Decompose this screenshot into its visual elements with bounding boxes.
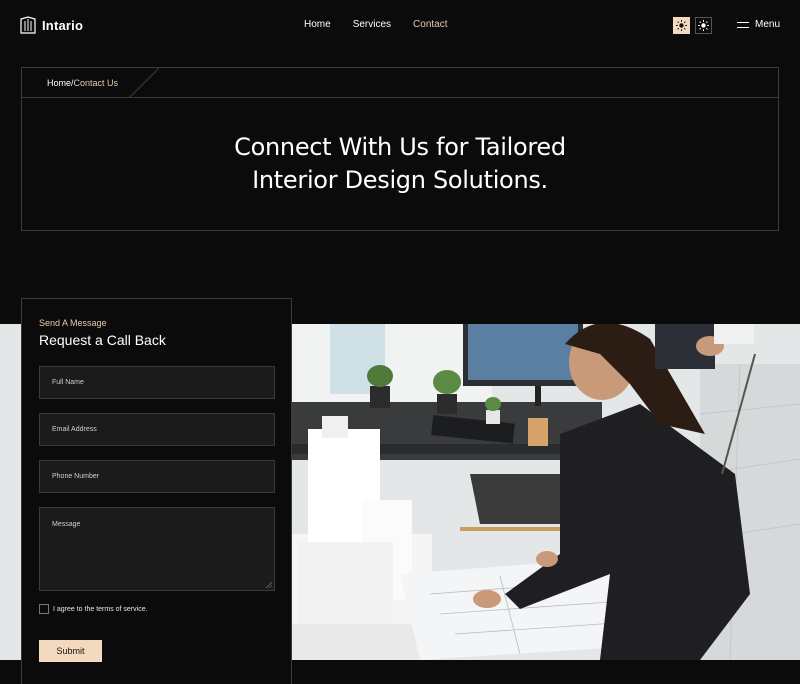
submit-button[interactable]: Submit	[39, 640, 102, 662]
menu-label: Menu	[755, 19, 781, 30]
page-title-line-2: Interior Design Solutions.	[252, 166, 548, 194]
breadcrumb-divider	[129, 68, 159, 98]
sun-icon	[676, 20, 687, 31]
phone-field[interactable]: Phone Number	[39, 460, 275, 493]
form-eyebrow: Send A Message	[39, 318, 107, 328]
building-logo-icon	[20, 16, 36, 34]
full-name-field[interactable]: Full Name	[39, 366, 275, 399]
breadcrumb-current: Contact Us	[73, 78, 119, 88]
breadcrumb-home[interactable]: Home	[47, 78, 71, 88]
terms-checkbox[interactable]	[39, 604, 49, 614]
nav-item-contact[interactable]: Contact	[413, 19, 447, 30]
breadcrumb-bar: Home/Contact Us	[22, 68, 778, 98]
site-header: Intario Home Services Contact Menu	[0, 0, 800, 52]
breadcrumb: Home/Contact Us	[47, 78, 118, 88]
page-hero: Home/Contact Us Connect With Us for Tail…	[21, 67, 779, 231]
light-theme-button[interactable]	[673, 17, 690, 34]
page-title-line-1: Connect With Us for Tailored	[234, 133, 566, 161]
main-nav: Home Services Contact	[304, 19, 448, 30]
message-field[interactable]: Message	[39, 507, 275, 591]
callback-form: Send A Message Request a Call Back Full …	[21, 298, 292, 684]
message-placeholder: Message	[52, 521, 81, 528]
phone-placeholder: Phone Number	[52, 473, 100, 480]
menu-button[interactable]: Menu	[737, 19, 780, 30]
form-title: Request a Call Back	[39, 332, 166, 348]
brand-name: Intario	[42, 17, 84, 33]
terms-label: I agree to the terms of service.	[53, 605, 148, 613]
terms-row: I agree to the terms of service.	[39, 604, 148, 614]
brand-logo[interactable]: Intario	[20, 16, 83, 34]
nav-item-services[interactable]: Services	[353, 19, 391, 30]
dark-theme-button[interactable]	[695, 17, 712, 34]
email-placeholder: Email Address	[52, 426, 97, 433]
nav-item-home[interactable]: Home	[304, 19, 331, 30]
hamburger-icon	[737, 21, 749, 28]
sun-outline-icon	[698, 20, 709, 31]
page-title: Connect With Us for Tailored Interior De…	[22, 131, 778, 197]
full-name-placeholder: Full Name	[52, 379, 84, 386]
resize-handle-icon[interactable]	[266, 582, 272, 588]
email-field[interactable]: Email Address	[39, 413, 275, 446]
